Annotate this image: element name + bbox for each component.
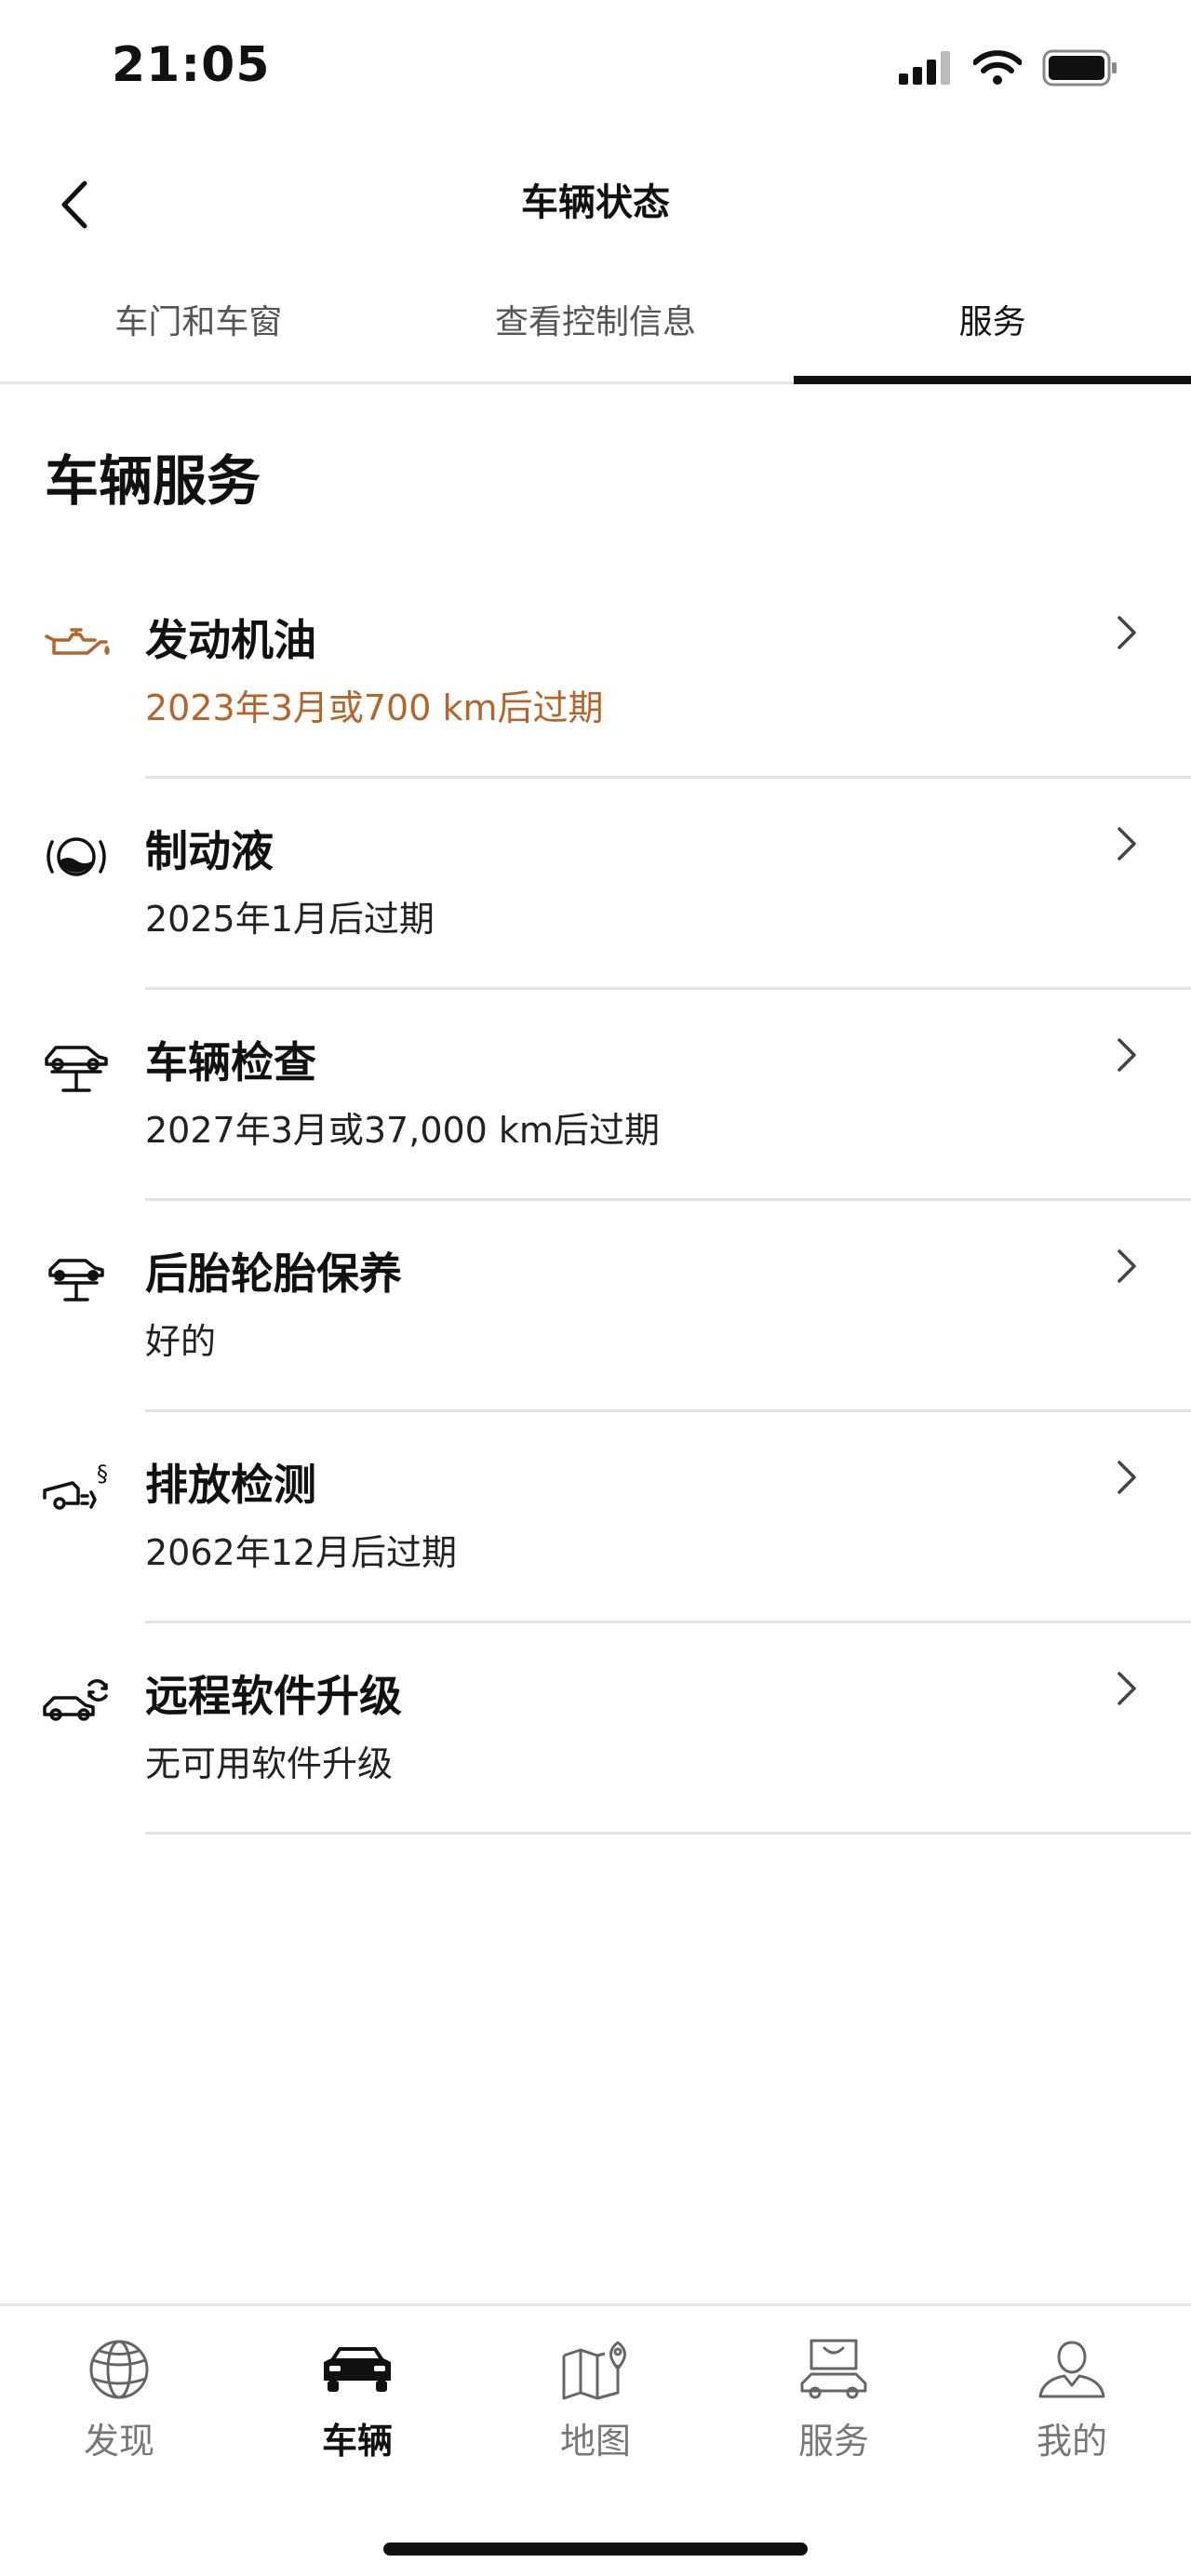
exhaust-icon: § — [43, 1461, 108, 1510]
service-item-brake-fluid[interactable]: 制动液 2025年1月后过期 — [0, 779, 1191, 990]
service-status: 好的 — [145, 1321, 217, 1362]
chevron-right-icon — [1117, 1038, 1136, 1072]
user-icon — [1038, 2341, 1105, 2398]
chevron-right-icon — [1117, 1249, 1136, 1283]
rear-tire-icon — [48, 1259, 104, 1301]
chevron-right-icon — [1117, 1672, 1136, 1705]
nav-icon — [320, 2336, 395, 2403]
tab-doors-windows[interactable]: 车门和车窗 — [0, 274, 397, 381]
service-text: 排放检测 2062年12月后过期 — [145, 1457, 457, 1576]
service-text: 发动机油 2023年3月或700 km后过期 — [145, 612, 604, 731]
nav-icon — [558, 2336, 633, 2403]
brake-fluid-icon — [47, 837, 106, 876]
service-item-emission[interactable]: § 排放检测 2062年12月后过期 — [0, 1412, 1191, 1623]
nav-icon — [796, 2336, 871, 2403]
service-name: 远程软件升级 — [145, 1671, 402, 1721]
service-item-rear-tire[interactable]: 后胎轮胎保养 好的 — [0, 1201, 1191, 1412]
car-icon — [324, 2347, 391, 2392]
home-indicator — [383, 2543, 808, 2556]
bottom-nav-map[interactable]: 地图 — [476, 2336, 715, 2463]
status-icons — [899, 45, 1118, 91]
service-text: 远程软件升级 无可用软件升级 — [145, 1668, 402, 1787]
tab-bar: 车门和车窗 查看控制信息 服务 — [0, 274, 1191, 384]
service-list: 发动机油 2023年3月或700 km后过期 制动液 2025年1月后过期 车辆… — [0, 567, 1191, 1835]
globe-icon — [89, 2340, 149, 2399]
service-item-vehicle-check[interactable]: 车辆检查 2027年3月或37,000 km后过期 — [0, 990, 1191, 1201]
service-item-engine-oil[interactable]: 发动机油 2023年3月或700 km后过期 — [0, 567, 1191, 779]
wifi-icon — [973, 50, 1022, 85]
oil-can-icon — [45, 628, 110, 655]
battery-icon — [1042, 49, 1117, 87]
nav-label: 服务 — [797, 2421, 869, 2462]
car-lift-icon — [45, 1046, 108, 1092]
bottom-nav-discover[interactable]: 发现 — [0, 2336, 238, 2463]
nav-label: 我的 — [1036, 2421, 1107, 2462]
screen: 21:05 车辆状态 车门和车窗 查看控制信息 服务 车辆服务 发动机油 202… — [0, 0, 1191, 2576]
svg-text:§: § — [97, 1461, 108, 1487]
service-status: 2023年3月或700 km后过期 — [145, 687, 604, 728]
section-title: 车辆服务 — [45, 449, 261, 513]
service-status: 2027年3月或37,000 km后过期 — [145, 1110, 660, 1151]
service-status: 无可用软件升级 — [145, 1743, 394, 1784]
bottom-nav-me[interactable]: 我的 — [953, 2336, 1191, 2463]
service-text: 后胎轮胎保养 好的 — [145, 1246, 402, 1365]
nav-icon — [1035, 2336, 1109, 2403]
service-status: 2025年1月后过期 — [145, 899, 435, 940]
signal-icon — [899, 51, 950, 85]
nav-label: 地图 — [559, 2421, 631, 2462]
bottom-nav: 发现 车辆 地图 服务 我的 — [0, 2303, 1191, 2576]
chevron-right-icon — [1117, 827, 1136, 861]
tab-control-info[interactable]: 查看控制信息 — [397, 274, 795, 381]
status-bar: 21:05 — [0, 0, 1191, 130]
service-text: 制动液 2025年1月后过期 — [145, 823, 435, 942]
nav-bar: 车辆状态 — [0, 149, 1191, 251]
divider — [145, 1832, 1191, 1835]
nav-label: 车辆 — [321, 2421, 393, 2462]
status-time: 21:05 — [112, 37, 271, 93]
service-name: 制动液 — [145, 826, 274, 876]
map-icon — [562, 2341, 626, 2400]
chevron-right-icon — [1117, 1461, 1136, 1494]
chevron-right-icon — [1117, 616, 1136, 649]
bottom-nav-vehicle[interactable]: 车辆 — [238, 2336, 476, 2463]
service-name: 发动机油 — [145, 615, 316, 665]
car-update-icon — [43, 1679, 108, 1721]
bottom-nav-services[interactable]: 服务 — [715, 2336, 953, 2463]
shopping-bag-icon — [800, 2339, 867, 2399]
nav-label: 发现 — [83, 2421, 154, 2462]
bottom-nav-items: 发现 车辆 地图 服务 我的 — [0, 2306, 1191, 2463]
tab-service[interactable]: 服务 — [794, 274, 1191, 384]
service-name: 排放检测 — [145, 1460, 316, 1510]
service-status: 2062年12月后过期 — [145, 1532, 458, 1573]
service-name: 车辆检查 — [145, 1037, 316, 1088]
service-text: 车辆检查 2027年3月或37,000 km后过期 — [145, 1034, 660, 1154]
service-name: 后胎轮胎保养 — [145, 1248, 402, 1299]
service-item-software-update[interactable]: 远程软件升级 无可用软件升级 — [0, 1623, 1191, 1835]
page-title: 车辆状态 — [521, 181, 670, 224]
nav-icon — [82, 2336, 156, 2403]
